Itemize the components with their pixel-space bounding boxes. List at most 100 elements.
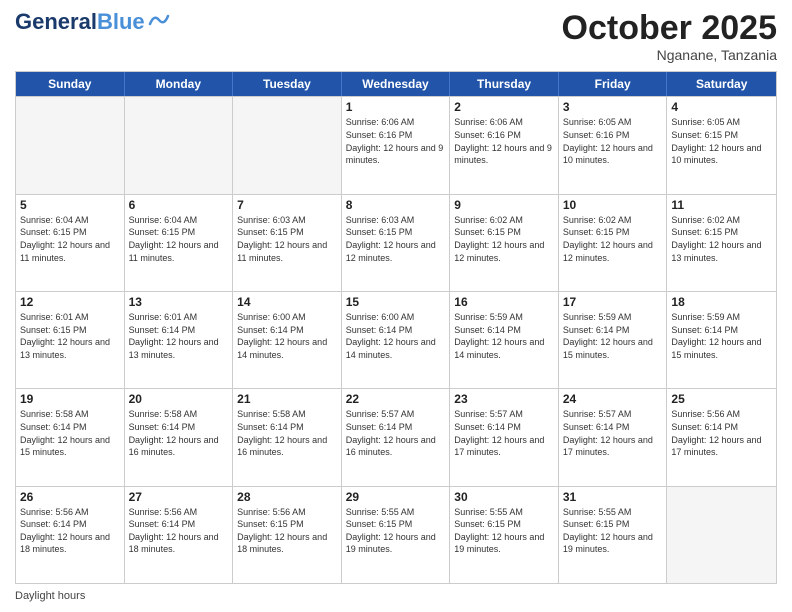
calendar-cell: 15 Sunrise: 6:00 AM Sunset: 6:14 PM Dayli…: [342, 292, 451, 388]
day-number: 5: [20, 198, 120, 212]
calendar-cell: 4Sunrise: 6:05 AM Sunset: 6:15 PM Daylig…: [667, 97, 776, 193]
day-number: 30: [454, 490, 554, 504]
day-info: Sunrise: 6:02 AM Sunset: 6:15 PM Dayligh…: [454, 214, 554, 264]
logo: GeneralBlue: [15, 10, 170, 34]
day-info: Sunrise: 5:57 AM Sunset: 6:14 PM Dayligh…: [346, 408, 446, 458]
day-number: 31: [563, 490, 663, 504]
calendar-cell: 31 Sunrise: 5:55 AM Sunset: 6:15 PM Dayli…: [559, 487, 668, 583]
calendar-cell: 16 Sunrise: 5:59 AM Sunset: 6:14 PM Dayli…: [450, 292, 559, 388]
calendar-cell: 18 Sunrise: 5:59 AM Sunset: 6:14 PM Dayli…: [667, 292, 776, 388]
calendar-body: 1Sunrise: 6:06 AM Sunset: 6:16 PM Daylig…: [16, 96, 776, 583]
day-info: Sunrise: 6:04 AM Sunset: 6:15 PM Dayligh…: [20, 214, 120, 264]
day-number: 11: [671, 198, 772, 212]
day-number: 14: [237, 295, 337, 309]
calendar-cell: 8Sunrise: 6:03 AM Sunset: 6:15 PM Daylig…: [342, 195, 451, 291]
calendar-week: 19 Sunrise: 5:58 AM Sunset: 6:14 PM Dayli…: [16, 388, 776, 485]
day-info: Sunrise: 5:55 AM Sunset: 6:15 PM Dayligh…: [563, 506, 663, 556]
day-number: 4: [671, 100, 772, 114]
calendar-week: 5 Sunrise: 6:04 AM Sunset: 6:15 PM Daylig…: [16, 194, 776, 291]
calendar-header-cell: Saturday: [667, 72, 776, 96]
calendar-cell: 11Sunrise: 6:02 AM Sunset: 6:15 PM Dayli…: [667, 195, 776, 291]
calendar-cell: 20 Sunrise: 5:58 AM Sunset: 6:14 PM Dayli…: [125, 389, 234, 485]
calendar-cell: 3 Sunrise: 6:05 AM Sunset: 6:16 PM Daylig…: [559, 97, 668, 193]
day-info: Sunrise: 6:00 AM Sunset: 6:14 PM Dayligh…: [346, 311, 446, 361]
day-info: Sunrise: 5:56 AM Sunset: 6:14 PM Dayligh…: [671, 408, 772, 458]
day-info: Sunrise: 5:59 AM Sunset: 6:14 PM Dayligh…: [671, 311, 772, 361]
month-title: October 2025: [562, 10, 777, 47]
calendar-header-cell: Friday: [559, 72, 668, 96]
day-number: 28: [237, 490, 337, 504]
day-info: Sunrise: 6:05 AM Sunset: 6:16 PM Dayligh…: [563, 116, 663, 166]
footer: Daylight hours: [15, 590, 777, 602]
calendar-cell: 5 Sunrise: 6:04 AM Sunset: 6:15 PM Daylig…: [16, 195, 125, 291]
day-info: Sunrise: 5:55 AM Sunset: 6:15 PM Dayligh…: [346, 506, 446, 556]
calendar-week: 12Sunrise: 6:01 AM Sunset: 6:15 PM Dayli…: [16, 291, 776, 388]
calendar-cell: 12Sunrise: 6:01 AM Sunset: 6:15 PM Dayli…: [16, 292, 125, 388]
calendar-cell: 1Sunrise: 6:06 AM Sunset: 6:16 PM Daylig…: [342, 97, 451, 193]
day-number: 13: [129, 295, 229, 309]
day-number: 3: [563, 100, 663, 114]
header: GeneralBlue October 2025 Nganane, Tanzan…: [15, 10, 777, 63]
day-number: 7: [237, 198, 337, 212]
day-number: 16: [454, 295, 554, 309]
calendar-header-cell: Tuesday: [233, 72, 342, 96]
calendar-cell: 30 Sunrise: 5:55 AM Sunset: 6:15 PM Dayli…: [450, 487, 559, 583]
calendar-cell: 23 Sunrise: 5:57 AM Sunset: 6:14 PM Dayli…: [450, 389, 559, 485]
calendar-cell: [667, 487, 776, 583]
day-number: 9: [454, 198, 554, 212]
calendar-cell: 14 Sunrise: 6:00 AM Sunset: 6:14 PM Dayli…: [233, 292, 342, 388]
calendar-cell: 27Sunrise: 5:56 AM Sunset: 6:14 PM Dayli…: [125, 487, 234, 583]
day-info: Sunrise: 5:56 AM Sunset: 6:15 PM Dayligh…: [237, 506, 337, 556]
day-info: Sunrise: 6:06 AM Sunset: 6:16 PM Dayligh…: [454, 116, 554, 166]
day-info: Sunrise: 5:59 AM Sunset: 6:14 PM Dayligh…: [563, 311, 663, 361]
title-block: October 2025 Nganane, Tanzania: [562, 10, 777, 63]
day-info: Sunrise: 5:59 AM Sunset: 6:14 PM Dayligh…: [454, 311, 554, 361]
daylight-label: Daylight hours: [15, 590, 85, 602]
day-number: 24: [563, 392, 663, 406]
calendar-cell: 25Sunrise: 5:56 AM Sunset: 6:14 PM Dayli…: [667, 389, 776, 485]
day-info: Sunrise: 6:06 AM Sunset: 6:16 PM Dayligh…: [346, 116, 446, 166]
day-number: 6: [129, 198, 229, 212]
day-number: 15: [346, 295, 446, 309]
calendar-cell: 28 Sunrise: 5:56 AM Sunset: 6:15 PM Dayli…: [233, 487, 342, 583]
calendar-header-cell: Monday: [125, 72, 234, 96]
day-info: Sunrise: 5:56 AM Sunset: 6:14 PM Dayligh…: [20, 506, 120, 556]
calendar-cell: 21Sunrise: 5:58 AM Sunset: 6:14 PM Dayli…: [233, 389, 342, 485]
calendar-cell: 2 Sunrise: 6:06 AM Sunset: 6:16 PM Daylig…: [450, 97, 559, 193]
day-info: Sunrise: 5:58 AM Sunset: 6:14 PM Dayligh…: [20, 408, 120, 458]
day-number: 19: [20, 392, 120, 406]
calendar-cell: [125, 97, 234, 193]
day-info: Sunrise: 5:58 AM Sunset: 6:14 PM Dayligh…: [129, 408, 229, 458]
calendar-header-cell: Thursday: [450, 72, 559, 96]
calendar-header: SundayMondayTuesdayWednesdayThursdayFrid…: [16, 72, 776, 96]
day-number: 12: [20, 295, 120, 309]
day-number: 17: [563, 295, 663, 309]
day-number: 18: [671, 295, 772, 309]
day-number: 22: [346, 392, 446, 406]
day-number: 23: [454, 392, 554, 406]
day-info: Sunrise: 6:01 AM Sunset: 6:14 PM Dayligh…: [129, 311, 229, 361]
calendar-cell: 6 Sunrise: 6:04 AM Sunset: 6:15 PM Daylig…: [125, 195, 234, 291]
day-info: Sunrise: 5:58 AM Sunset: 6:14 PM Dayligh…: [237, 408, 337, 458]
day-info: Sunrise: 5:57 AM Sunset: 6:14 PM Dayligh…: [454, 408, 554, 458]
day-info: Sunrise: 5:55 AM Sunset: 6:15 PM Dayligh…: [454, 506, 554, 556]
calendar-cell: 29Sunrise: 5:55 AM Sunset: 6:15 PM Dayli…: [342, 487, 451, 583]
day-info: Sunrise: 6:00 AM Sunset: 6:14 PM Dayligh…: [237, 311, 337, 361]
day-info: Sunrise: 5:57 AM Sunset: 6:14 PM Dayligh…: [563, 408, 663, 458]
calendar-cell: 13 Sunrise: 6:01 AM Sunset: 6:14 PM Dayli…: [125, 292, 234, 388]
calendar-header-cell: Sunday: [16, 72, 125, 96]
day-number: 20: [129, 392, 229, 406]
logo-wave-icon: [148, 10, 170, 28]
calendar-cell: 22 Sunrise: 5:57 AM Sunset: 6:14 PM Dayli…: [342, 389, 451, 485]
calendar: SundayMondayTuesdayWednesdayThursdayFrid…: [15, 71, 777, 584]
day-info: Sunrise: 6:03 AM Sunset: 6:15 PM Dayligh…: [237, 214, 337, 264]
day-number: 2: [454, 100, 554, 114]
day-info: Sunrise: 5:56 AM Sunset: 6:14 PM Dayligh…: [129, 506, 229, 556]
day-info: Sunrise: 6:03 AM Sunset: 6:15 PM Dayligh…: [346, 214, 446, 264]
location-subtitle: Nganane, Tanzania: [562, 47, 777, 63]
day-info: Sunrise: 6:04 AM Sunset: 6:15 PM Dayligh…: [129, 214, 229, 264]
calendar-cell: 10Sunrise: 6:02 AM Sunset: 6:15 PM Dayli…: [559, 195, 668, 291]
calendar-cell: 19 Sunrise: 5:58 AM Sunset: 6:14 PM Dayli…: [16, 389, 125, 485]
calendar-cell: [16, 97, 125, 193]
calendar-cell: 7 Sunrise: 6:03 AM Sunset: 6:15 PM Daylig…: [233, 195, 342, 291]
